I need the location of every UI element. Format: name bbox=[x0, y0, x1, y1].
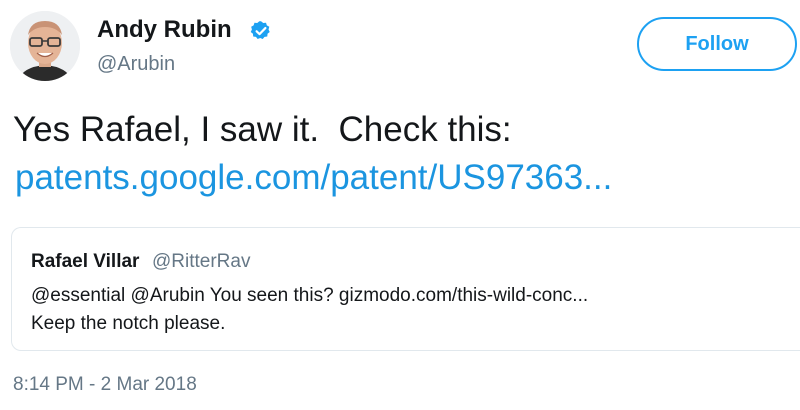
quoted-tweet-text-line1: @essential @Arubin You seen this? gizmod… bbox=[31, 285, 589, 306]
author-handle[interactable]: @Arubin bbox=[97, 51, 175, 77]
verified-badge-icon bbox=[250, 21, 270, 40]
quoted-tweet-text-line2: Keep the notch please. bbox=[31, 313, 226, 334]
quoted-tweet[interactable]: Rafael Villar @RitterRav @essential @Aru… bbox=[11, 227, 800, 351]
tweet-card: Andy Rubin @Arubin Follow Yes Rafael, I … bbox=[0, 0, 800, 410]
follow-button[interactable]: Follow bbox=[637, 17, 797, 71]
quoted-author-handle: @RitterRav bbox=[152, 251, 251, 272]
tweet-text: Yes Rafael, I saw it. Check this: bbox=[13, 110, 512, 149]
tweet-patent-link[interactable]: patents.google.com/patent/US97363... bbox=[15, 156, 612, 200]
tweet-timestamp[interactable]: 8:14 PM - 2 Mar 2018 bbox=[13, 373, 197, 397]
author-name[interactable]: Andy Rubin bbox=[97, 14, 232, 46]
avatar-image bbox=[10, 11, 80, 81]
quoted-author-name: Rafael Villar bbox=[31, 251, 140, 272]
author-avatar[interactable] bbox=[10, 11, 80, 81]
